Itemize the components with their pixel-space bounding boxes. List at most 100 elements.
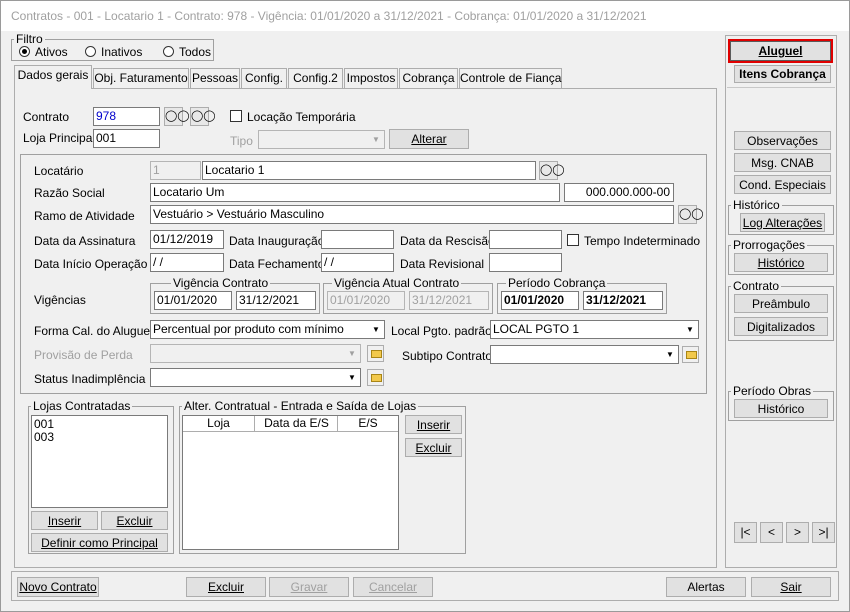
local-pgto-value: LOCAL PGTO 1 xyxy=(493,322,580,336)
tempo-indeterminado-checkbox[interactable] xyxy=(567,234,579,246)
loja-principal-input[interactable]: 001 xyxy=(93,129,160,148)
alter-table[interactable]: Loja Data da E/S E/S xyxy=(182,415,399,550)
vigencia-contrato-start[interactable]: 01/01/2020 xyxy=(154,291,232,310)
radio-ativos[interactable] xyxy=(19,46,30,57)
lojas-inserir-button[interactable]: Inserir xyxy=(31,511,98,530)
lojas-list[interactable]: 001 003 xyxy=(31,415,168,508)
vigencia-atual-end: 31/12/2021 xyxy=(409,291,489,310)
tab-obj-faturamento[interactable]: Obj. Faturamento xyxy=(93,68,189,88)
tab-cobranca[interactable]: Cobrança xyxy=(399,68,458,88)
status-inadimplencia-label: Status Inadimplência xyxy=(34,372,146,386)
fechamento-input[interactable]: / / xyxy=(321,253,394,272)
chevron-down-icon: ▼ xyxy=(372,325,380,334)
itens-cobranca-button[interactable]: Itens Cobrança xyxy=(734,65,831,83)
cnpj-input[interactable]: 000.000.000-00 xyxy=(564,183,674,202)
table-header: Loja Data da E/S E/S xyxy=(183,416,398,432)
chevron-down-icon: ▼ xyxy=(666,350,674,359)
vigencia-contrato-end[interactable]: 31/12/2021 xyxy=(236,291,316,310)
subtipo-select[interactable]: ▼ xyxy=(490,345,679,364)
inauguracao-input[interactable] xyxy=(321,230,394,249)
contrato-input[interactable]: 978 xyxy=(93,107,160,126)
side-divider xyxy=(727,87,835,88)
radio-inativos-label[interactable]: Inativos xyxy=(101,45,142,59)
nav-last-button[interactable]: >| xyxy=(812,522,835,543)
lojas-contratadas-title: Lojas Contratadas xyxy=(31,399,133,413)
aluguel-button[interactable]: Aluguel xyxy=(728,39,833,63)
provisao-select[interactable]: ▼ xyxy=(150,344,361,363)
nav-next-button[interactable]: > xyxy=(786,522,809,543)
razao-input[interactable]: Locatario Um xyxy=(150,183,560,202)
radio-todos-label[interactable]: Todos xyxy=(179,45,211,59)
vigencia-atual-start: 01/01/2020 xyxy=(327,291,405,310)
tab-controle-fianca[interactable]: Controle de Fiança xyxy=(459,68,562,88)
col-es[interactable]: E/S xyxy=(339,416,397,432)
filter-label: Filtro xyxy=(14,32,45,46)
vigencia-contrato-title: Vigência Contrato xyxy=(171,276,271,290)
radio-ativos-label[interactable]: Ativos xyxy=(35,45,68,59)
vigencias-label: Vigências xyxy=(34,293,86,307)
nav-first-button[interactable]: |< xyxy=(734,522,757,543)
chevron-down-icon: ▼ xyxy=(686,325,694,334)
alter-excluir-button[interactable]: Excluir xyxy=(405,438,462,457)
alter-inserir-button[interactable]: Inserir xyxy=(405,415,462,434)
binoculars-locatario-icon[interactable]: ◯◯ xyxy=(539,161,565,180)
alertas-button[interactable]: Alertas xyxy=(666,577,746,597)
revisional-input[interactable] xyxy=(489,253,562,272)
contrato-label: Contrato xyxy=(23,110,70,124)
prorrogacoes-historico-button[interactable]: Histórico xyxy=(734,253,828,272)
alterar-button[interactable]: Alterar xyxy=(389,129,469,149)
binoculars-search-icon-2[interactable]: ◯◯ xyxy=(190,107,216,126)
tab-pessoas[interactable]: Pessoas xyxy=(190,68,240,88)
binoculars-ramo-icon[interactable]: ◯◯ xyxy=(678,205,704,224)
tab-config[interactable]: Config. xyxy=(241,68,287,88)
inicio-operacao-input[interactable]: / / xyxy=(150,253,224,272)
lojas-excluir-button[interactable]: Excluir xyxy=(101,511,168,530)
local-pgto-select[interactable]: LOCAL PGTO 1 ▼ xyxy=(490,320,699,339)
list-item[interactable]: 003 xyxy=(34,431,165,444)
digitalizados-button[interactable]: Digitalizados xyxy=(734,317,828,336)
tab-config2[interactable]: Config.2 xyxy=(288,68,343,88)
periodo-cobranca-start[interactable]: 01/01/2020 xyxy=(501,291,579,310)
cond-especiais-button[interactable]: Cond. Especiais xyxy=(734,175,831,194)
fechamento-label: Data Fechamento xyxy=(229,257,325,271)
forma-calc-label: Forma Cal. do Aluguel xyxy=(34,324,153,338)
inauguracao-label: Data Inauguração xyxy=(229,234,325,248)
obras-historico-button[interactable]: Histórico xyxy=(734,399,828,418)
tempo-indeterminado-label[interactable]: Tempo Indeterminado xyxy=(584,234,700,248)
radio-inativos[interactable] xyxy=(85,46,96,57)
local-pgto-label: Local Pgto. padrão xyxy=(391,324,492,338)
msg-cnab-button[interactable]: Msg. CNAB xyxy=(734,153,831,172)
tipo-label: Tipo xyxy=(230,134,253,148)
nav-prev-button[interactable]: < xyxy=(760,522,783,543)
col-data-es[interactable]: Data da E/S xyxy=(256,416,338,432)
sair-button[interactable]: Sair xyxy=(751,577,831,597)
radio-todos[interactable] xyxy=(163,46,174,57)
col-loja[interactable]: Loja xyxy=(183,416,255,432)
preambulo-button[interactable]: Preâmbulo xyxy=(734,294,828,313)
folder-icon[interactable] xyxy=(367,345,384,362)
gravar-button[interactable]: Gravar xyxy=(269,577,349,597)
assinatura-input[interactable]: 01/12/2019 xyxy=(150,230,224,249)
contrato-side-title: Contrato xyxy=(731,279,782,293)
forma-calc-select[interactable]: Percentual por produto com mínimo ▼ xyxy=(150,320,385,339)
binoculars-search-icon[interactable]: ◯◯ xyxy=(164,107,190,126)
rescisao-input[interactable] xyxy=(489,230,562,249)
tab-impostos[interactable]: Impostos xyxy=(344,68,398,88)
status-inadimplencia-select[interactable]: ▼ xyxy=(150,368,361,387)
folder-icon[interactable] xyxy=(682,346,699,363)
ramo-input[interactable]: Vestuário > Vestuário Masculino xyxy=(150,205,674,224)
folder-icon[interactable] xyxy=(367,369,384,386)
locacao-temporaria-label[interactable]: Locação Temporária xyxy=(247,110,356,124)
locacao-temporaria-checkbox[interactable] xyxy=(230,110,242,122)
novo-contrato-button[interactable]: Novo Contrato xyxy=(17,577,99,597)
tab-dados-gerais[interactable]: Dados gerais xyxy=(14,65,92,89)
definir-principal-button[interactable]: Definir como Principal xyxy=(31,533,168,552)
locatario-name[interactable]: Locatario 1 xyxy=(202,161,536,180)
log-alteracoes-button[interactable]: Log Alterações xyxy=(740,213,825,232)
excluir-button[interactable]: Excluir xyxy=(186,577,266,597)
observacoes-button[interactable]: Observações xyxy=(734,131,831,150)
historico-title: Histórico xyxy=(731,198,782,212)
periodo-cobranca-end[interactable]: 31/12/2021 xyxy=(583,291,663,310)
cancelar-button[interactable]: Cancelar xyxy=(353,577,433,597)
tipo-select[interactable]: ▼ xyxy=(258,130,385,149)
